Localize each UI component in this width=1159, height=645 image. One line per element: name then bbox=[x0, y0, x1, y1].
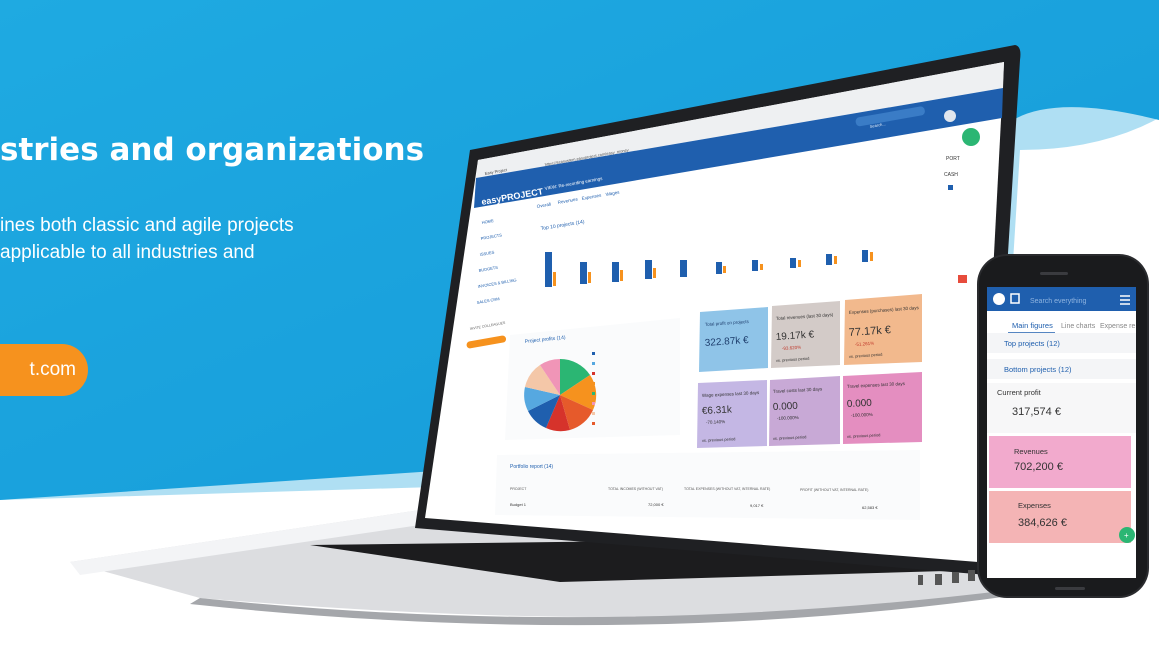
revenues-value: 702,200 € bbox=[1014, 461, 1063, 473]
phone-list-item-top-projects[interactable]: Top projects (12) bbox=[1004, 339, 1060, 348]
revenues-label: Revenues bbox=[1014, 447, 1048, 456]
phone-tab-main-figures[interactable]: Main figures bbox=[1012, 321, 1053, 330]
phone-tab-line-charts[interactable]: Line charts bbox=[1061, 323, 1096, 330]
current-profit-value: 317,574 € bbox=[1012, 406, 1061, 418]
phone-screen: Search everything Main figures Line char… bbox=[987, 287, 1136, 578]
current-profit-label: Current profit bbox=[997, 388, 1042, 397]
phone-search-placeholder[interactable]: Search everything bbox=[1030, 298, 1087, 305]
phone-new-button-label: + bbox=[1124, 531, 1129, 540]
phone-tab-expense-reports[interactable]: Expense re bbox=[1100, 323, 1136, 330]
expenses-value: 384,626 € bbox=[1018, 517, 1067, 529]
phone-logo-icon bbox=[993, 293, 1005, 305]
expenses-label: Expenses bbox=[1018, 501, 1051, 510]
phone-list-item-bottom-projects[interactable]: Bottom projects (12) bbox=[1004, 365, 1072, 374]
phone-mockup: Search everything Main figures Line char… bbox=[977, 254, 1149, 598]
